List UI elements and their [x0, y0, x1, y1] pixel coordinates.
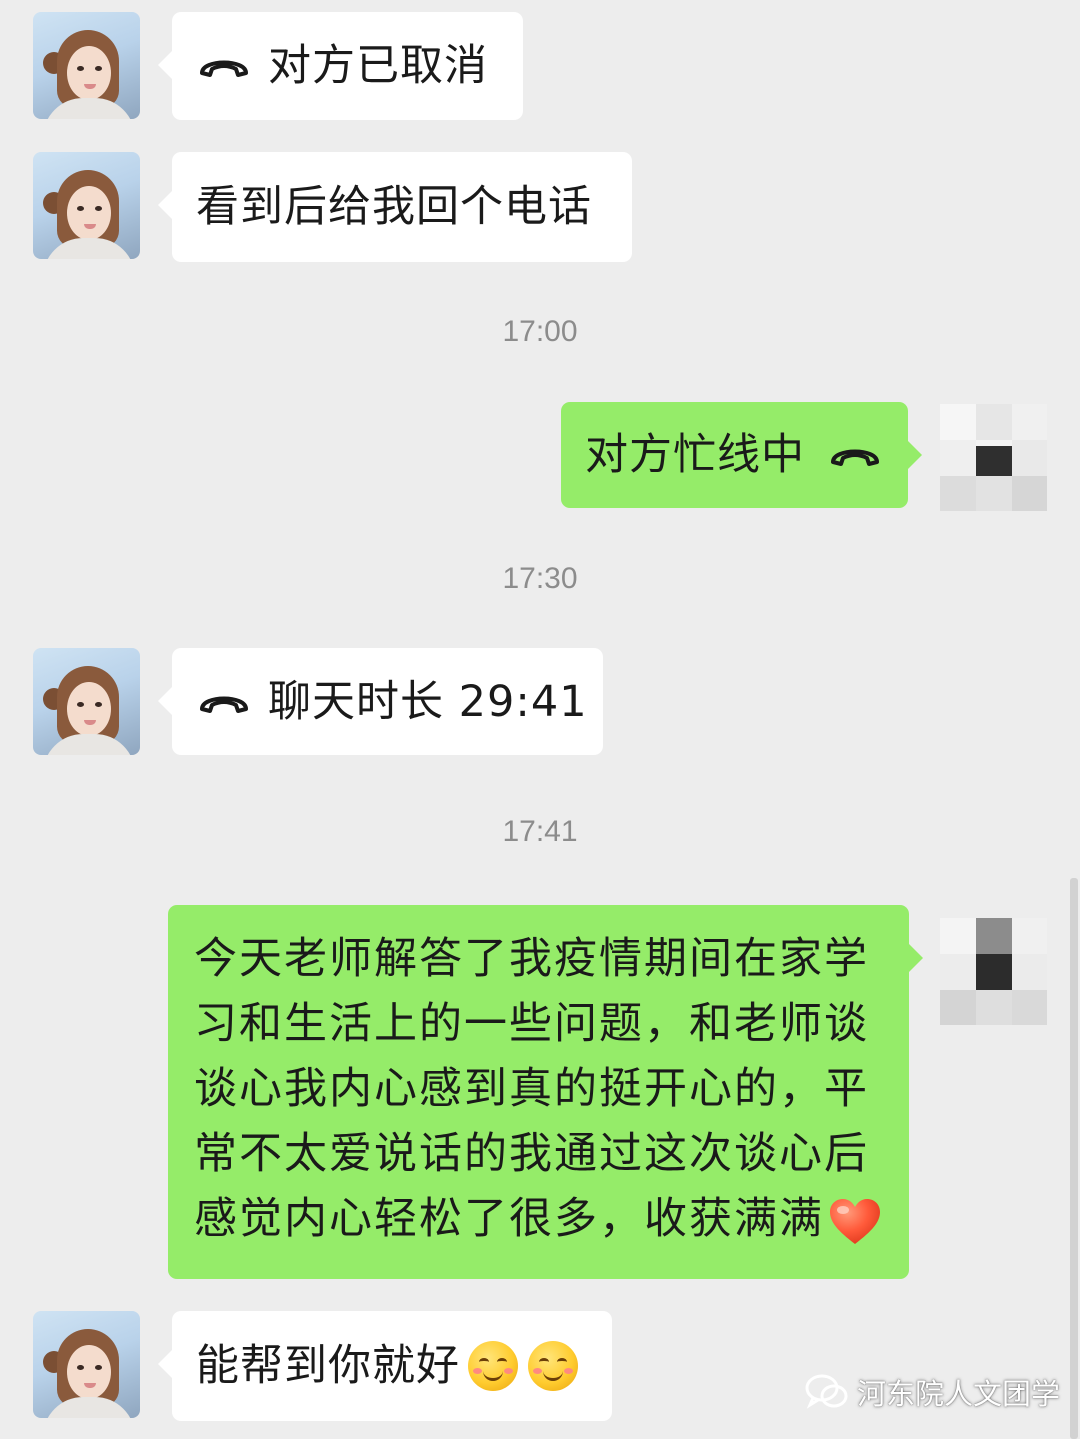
message-text: 聊天时长 29:41	[268, 676, 588, 727]
message-text: 看到后给我回个电话	[196, 182, 592, 232]
message-text: 今天老师解答了我疫情期间在家学习和生活上的一些问题，和老师谈谈心我内心感到真的挺…	[194, 934, 869, 1244]
call-busy-bubble[interactable]: 对方忙线中	[561, 402, 922, 508]
wechat-icon	[805, 1374, 848, 1409]
message-bubble[interactable]: 看到后给我回个电话	[158, 152, 632, 262]
message-bubble[interactable]: 能帮到你就好	[158, 1311, 612, 1421]
smile-emoji-icon	[468, 1341, 518, 1391]
phone-hangup-icon	[198, 51, 250, 81]
contact-avatar[interactable]	[33, 1311, 140, 1418]
watermark: 河东院人文团学	[805, 1372, 1060, 1412]
smile-emoji-icon	[528, 1341, 578, 1391]
message-text: 能帮到你就好	[196, 1341, 460, 1391]
message-bubble[interactable]: 今天老师解答了我疫情期间在家学习和生活上的一些问题，和老师谈谈心我内心感到真的挺…	[168, 905, 923, 1279]
message-text: 对方忙线中	[585, 430, 805, 480]
my-avatar[interactable]	[940, 918, 1047, 1025]
phone-hangup-icon	[198, 687, 250, 717]
call-duration-bubble[interactable]: 聊天时长 29:41	[158, 648, 603, 755]
scrollbar[interactable]	[1070, 878, 1078, 1439]
contact-avatar[interactable]	[33, 12, 140, 119]
my-avatar[interactable]	[940, 404, 1047, 511]
contact-avatar[interactable]	[33, 152, 140, 259]
contact-avatar[interactable]	[33, 648, 140, 755]
call-cancelled-bubble[interactable]: 对方已取消	[158, 12, 523, 120]
phone-hangup-icon	[829, 440, 881, 470]
message-text: 对方已取消	[268, 41, 488, 91]
timestamp: 17:41	[502, 815, 578, 848]
timestamp: 17:30	[502, 562, 578, 595]
heart-emoji-icon	[830, 1198, 880, 1244]
timestamp: 17:00	[502, 315, 578, 348]
watermark-text: 河东院人文团学	[857, 1377, 1061, 1411]
